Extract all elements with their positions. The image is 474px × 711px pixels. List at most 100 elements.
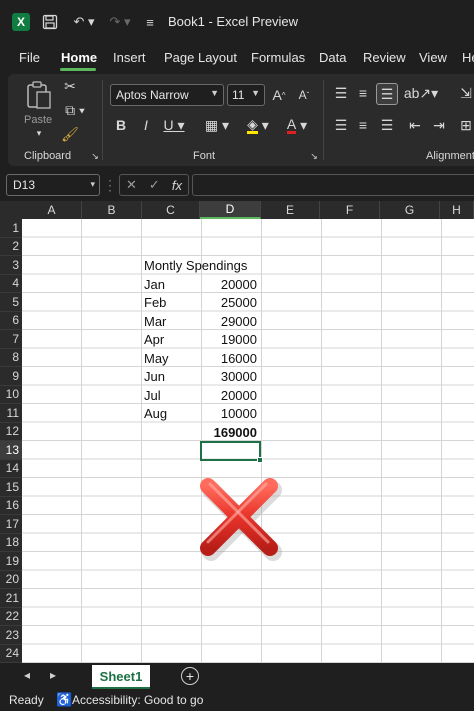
select-all-corner[interactable] (0, 201, 22, 219)
paste-label[interactable]: Paste (24, 114, 52, 126)
tab-data[interactable]: Data (319, 50, 346, 65)
decrease-indent-icon[interactable]: ⇤ (406, 116, 424, 134)
paste-dropdown-icon[interactable]: ▾ (34, 128, 44, 138)
enter-icon[interactable]: ✓ (149, 177, 160, 193)
add-sheet-icon[interactable]: + (181, 667, 199, 685)
cell-month[interactable]: Jun (144, 368, 165, 387)
increase-font-size-icon[interactable]: A ^ (269, 86, 289, 104)
font-size-select[interactable]: 11 ▼ (227, 84, 265, 106)
top-align-icon[interactable]: ☰ (332, 84, 350, 102)
cell-month[interactable]: Jan (144, 276, 165, 295)
scroll-right-icon[interactable]: ▸ (50, 668, 56, 682)
cell-value[interactable]: 29000 (201, 313, 257, 332)
row-header[interactable]: 16 (0, 496, 22, 515)
clipboard-launcher-icon[interactable]: ↘ (90, 151, 100, 161)
cell-total[interactable]: 169000 (201, 424, 257, 443)
cell-month[interactable]: Aug (144, 405, 167, 424)
paste-icon[interactable] (24, 80, 54, 110)
row-header[interactable]: 4 (0, 274, 22, 293)
row-header[interactable]: 10 (0, 385, 22, 404)
column-header[interactable]: G (380, 201, 440, 219)
tab-help[interactable]: He (462, 50, 474, 65)
row-header[interactable]: 1 (0, 219, 22, 238)
font-name-select[interactable]: Aptos Narrow ▼ (110, 84, 224, 106)
column-header[interactable]: F (320, 201, 380, 219)
cell-c3[interactable]: Montly Spendings (144, 257, 247, 276)
tab-view[interactable]: View (419, 50, 447, 65)
wrap-text-icon[interactable]: ⇲ (458, 84, 474, 102)
row-header[interactable]: 8 (0, 348, 22, 367)
tab-insert[interactable]: Insert (113, 50, 146, 65)
column-header[interactable]: B (82, 201, 142, 219)
format-painter-icon[interactable]: 🖌 (61, 126, 79, 142)
more-icon[interactable]: ⋮ (103, 176, 117, 194)
cell-value[interactable]: 19000 (201, 331, 257, 350)
fill-color-icon[interactable]: ◈ ▾ (240, 114, 276, 136)
cell-month[interactable]: Feb (144, 294, 166, 313)
column-header[interactable]: C (142, 201, 200, 219)
decrease-font-size-icon[interactable]: Aˇ (294, 86, 314, 104)
cut-icon[interactable]: ✂ (62, 78, 78, 94)
copy-icon[interactable]: ⧉ ▾ (60, 102, 90, 118)
scroll-left-icon[interactable]: ◂ (24, 668, 30, 682)
row-header[interactable]: 2 (0, 237, 22, 256)
row-header[interactable]: 22 (0, 607, 22, 626)
cell-value[interactable]: 30000 (201, 368, 257, 387)
row-header[interactable]: 12 (0, 422, 22, 441)
align-center-icon[interactable]: ≡ (354, 116, 372, 134)
tab-formulas[interactable]: Formulas (251, 50, 305, 65)
name-box[interactable]: D13 ▾ (6, 174, 100, 196)
row-header[interactable]: 13 (0, 441, 22, 460)
row-header[interactable]: 3 (0, 256, 22, 275)
cell-value[interactable]: 25000 (201, 294, 257, 313)
undo-icon[interactable]: ↶ ▾ (70, 12, 98, 32)
cell-value[interactable]: 20000 (201, 387, 257, 406)
cell-month[interactable]: May (144, 350, 169, 369)
accessibility-icon[interactable]: ♿ (56, 692, 72, 708)
cell-value[interactable]: 20000 (201, 276, 257, 295)
tab-review[interactable]: Review (363, 50, 406, 65)
redo-icon[interactable]: ↷ ▾ (106, 12, 134, 32)
save-icon[interactable] (40, 12, 60, 32)
row-header[interactable]: 23 (0, 626, 22, 645)
font-launcher-icon[interactable]: ↘ (309, 151, 319, 161)
cell-value[interactable]: 10000 (201, 405, 257, 424)
italic-icon[interactable]: I (138, 116, 154, 134)
column-header[interactable]: A (22, 201, 82, 219)
row-header[interactable]: 21 (0, 589, 22, 608)
row-header[interactable]: 6 (0, 311, 22, 330)
row-header[interactable]: 11 (0, 404, 22, 423)
sheet-tab-sheet1[interactable]: Sheet1 (92, 665, 150, 689)
fill-handle[interactable] (257, 457, 263, 463)
column-header[interactable]: D (200, 201, 261, 219)
customize-toolbar-icon[interactable]: ≡ (142, 12, 158, 32)
row-header[interactable]: 17 (0, 515, 22, 534)
cell-month[interactable]: Mar (144, 313, 166, 332)
row-header[interactable]: 19 (0, 552, 22, 571)
insert-function-icon[interactable]: fx (172, 178, 182, 193)
bottom-align-icon[interactable]: ☰ (376, 83, 398, 105)
borders-icon[interactable]: ▦ ▾ (200, 116, 234, 134)
row-header[interactable]: 7 (0, 330, 22, 349)
row-header[interactable]: 18 (0, 533, 22, 552)
active-cell-d13[interactable] (200, 441, 261, 461)
row-header[interactable]: 20 (0, 570, 22, 589)
cell-value[interactable]: 16000 (201, 350, 257, 369)
align-right-icon[interactable]: ☰ (378, 116, 396, 134)
font-color-icon[interactable]: A ▾ (280, 114, 314, 136)
middle-align-icon[interactable]: ≡ (354, 84, 372, 102)
row-header[interactable]: 14 (0, 459, 22, 478)
cell-month[interactable]: Apr (144, 331, 164, 350)
cancel-icon[interactable]: ✕ (126, 177, 137, 193)
underline-icon[interactable]: U ▾ (160, 116, 188, 134)
accessibility-status[interactable]: Accessibility: Good to go (72, 693, 203, 707)
align-left-icon[interactable]: ☰ (332, 116, 350, 134)
row-header[interactable]: 15 (0, 478, 22, 497)
column-header[interactable]: E (261, 201, 320, 219)
row-header[interactable]: 5 (0, 293, 22, 312)
tab-home[interactable]: Home (61, 50, 97, 65)
column-header[interactable]: H (440, 201, 474, 219)
formula-input[interactable] (192, 174, 474, 196)
tab-page-layout[interactable]: Page Layout (164, 50, 237, 65)
row-header[interactable]: 9 (0, 367, 22, 386)
